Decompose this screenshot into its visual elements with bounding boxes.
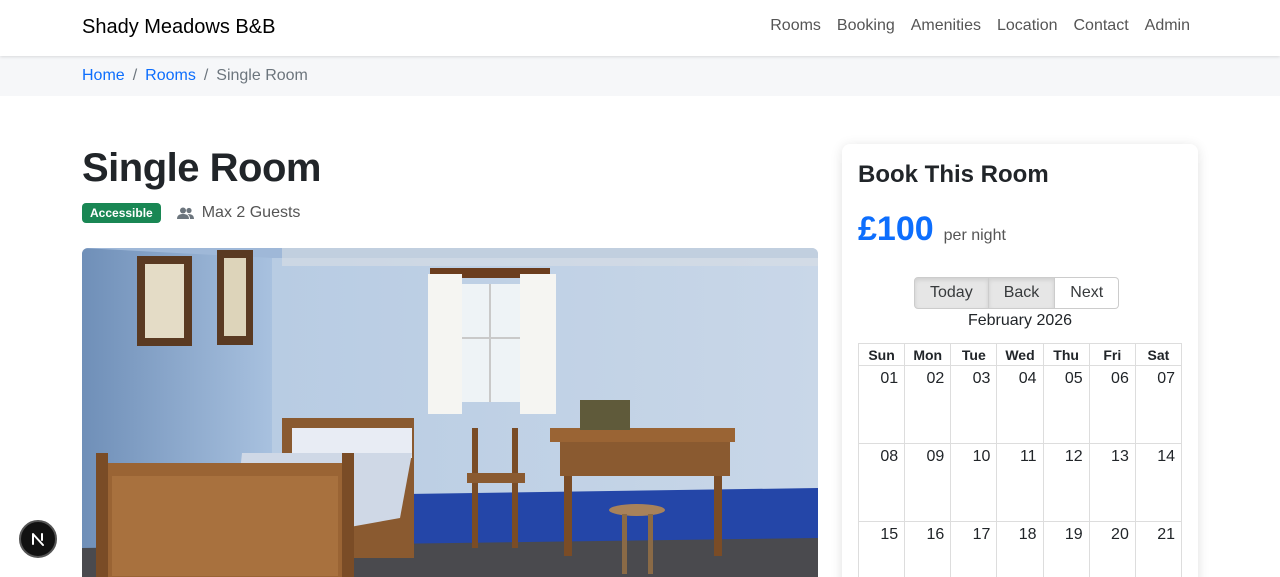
breadcrumb-current: Single Room <box>216 67 308 84</box>
calendar-day-cell[interactable]: 08 <box>857 443 906 522</box>
calendar-day-cell[interactable]: 15 <box>857 521 906 577</box>
calendar-day-cell[interactable]: 05 <box>1042 365 1090 444</box>
weekday-header: Tue <box>950 343 998 366</box>
booking-card: Book This Room £100 per night Today Back… <box>842 144 1198 577</box>
calendar-day-cell[interactable]: 20 <box>1088 521 1136 577</box>
calendar-month-label: February 2026 <box>967 312 1073 329</box>
calendar-day-cell[interactable]: 02 <box>904 365 952 444</box>
nav-link-admin[interactable]: Admin <box>1145 17 1190 35</box>
weekday-header: Thu <box>1042 343 1090 366</box>
breadcrumb: Home / Rooms / Single Room <box>82 67 308 85</box>
nav-links: Rooms Booking Amenities Location Contact… <box>770 17 1190 35</box>
calendar-week-row: 08 09 10 11 12 13 14 <box>857 443 1183 522</box>
breadcrumb-rooms-link[interactable]: Rooms <box>145 67 196 85</box>
calendar-day-cell[interactable]: 18 <box>996 521 1044 577</box>
weekday-header: Sun <box>857 343 906 366</box>
calendar-week-row: 01 02 03 04 05 06 07 <box>857 365 1183 444</box>
calendar-next-button[interactable]: Next <box>1055 277 1120 309</box>
booking-title: Book This Room <box>858 161 1049 188</box>
price-row: £100 per night <box>858 210 1006 249</box>
next-logo-icon <box>32 533 44 546</box>
people-icon <box>176 207 194 219</box>
calendar-back-button[interactable]: Back <box>988 277 1056 309</box>
room-meta: Accessible Max 2 Guests <box>82 203 300 223</box>
nav-link-amenities[interactable]: Amenities <box>911 17 981 35</box>
guests-info: Max 2 Guests <box>176 204 301 222</box>
brand-link[interactable]: Shady Meadows B&B <box>82 16 275 39</box>
calendar-day-cell[interactable]: 09 <box>904 443 952 522</box>
calendar-day-cell[interactable]: 12 <box>1042 443 1090 522</box>
page-title: Single Room <box>82 146 321 190</box>
calendar-day-cell[interactable]: 17 <box>950 521 998 577</box>
calendar-weekday-row: Sun Mon Tue Wed Thu Fri Sat <box>857 343 1183 366</box>
nav-link-booking[interactable]: Booking <box>837 17 895 35</box>
calendar-day-cell[interactable]: 11 <box>996 443 1044 522</box>
calendar-day-cell[interactable]: 03 <box>950 365 998 444</box>
calendar-day-cell[interactable]: 16 <box>904 521 952 577</box>
room-photo <box>82 248 818 577</box>
breadcrumb-separator: / <box>203 67 209 84</box>
weekday-header: Mon <box>904 343 952 366</box>
nav-link-rooms[interactable]: Rooms <box>770 17 821 35</box>
weekday-header: Wed <box>996 343 1044 366</box>
breadcrumb-separator: / <box>132 67 138 84</box>
calendar-day-cell[interactable]: 06 <box>1088 365 1136 444</box>
calendar-day-cell[interactable]: 10 <box>950 443 998 522</box>
calendar-day-cell[interactable]: 04 <box>996 365 1044 444</box>
calendar-day-cell[interactable]: 14 <box>1134 443 1183 522</box>
guests-label: Max 2 Guests <box>201 204 301 221</box>
calendar-day-cell[interactable]: 07 <box>1134 365 1183 444</box>
per-night-label: per night <box>943 227 1006 244</box>
breadcrumb-bar: Home / Rooms / Single Room <box>0 56 1280 96</box>
calendar-day-cell[interactable]: 21 <box>1134 521 1183 577</box>
nav-link-location[interactable]: Location <box>997 17 1058 35</box>
next-logo-button[interactable] <box>19 520 57 558</box>
calendar-toolbar: Today Back Next <box>914 277 1120 309</box>
weekday-header: Sat <box>1134 343 1183 366</box>
booking-calendar: Sun Mon Tue Wed Thu Fri Sat 01 02 03 04 … <box>857 343 1183 577</box>
calendar-week-row: 15 16 17 18 19 20 21 <box>857 521 1183 577</box>
room-photo-illustration <box>82 248 818 577</box>
room-price: £100 <box>858 210 934 248</box>
calendar-day-cell[interactable]: 19 <box>1042 521 1090 577</box>
calendar-today-button[interactable]: Today <box>914 277 989 309</box>
accessible-badge: Accessible <box>82 203 161 223</box>
navbar: Shady Meadows B&B Rooms Booking Amenitie… <box>0 0 1280 56</box>
calendar-day-cell[interactable]: 01 <box>857 365 906 444</box>
weekday-header: Fri <box>1088 343 1136 366</box>
breadcrumb-home-link[interactable]: Home <box>82 67 125 85</box>
calendar-day-cell[interactable]: 13 <box>1088 443 1136 522</box>
nav-link-contact[interactable]: Contact <box>1074 17 1129 35</box>
